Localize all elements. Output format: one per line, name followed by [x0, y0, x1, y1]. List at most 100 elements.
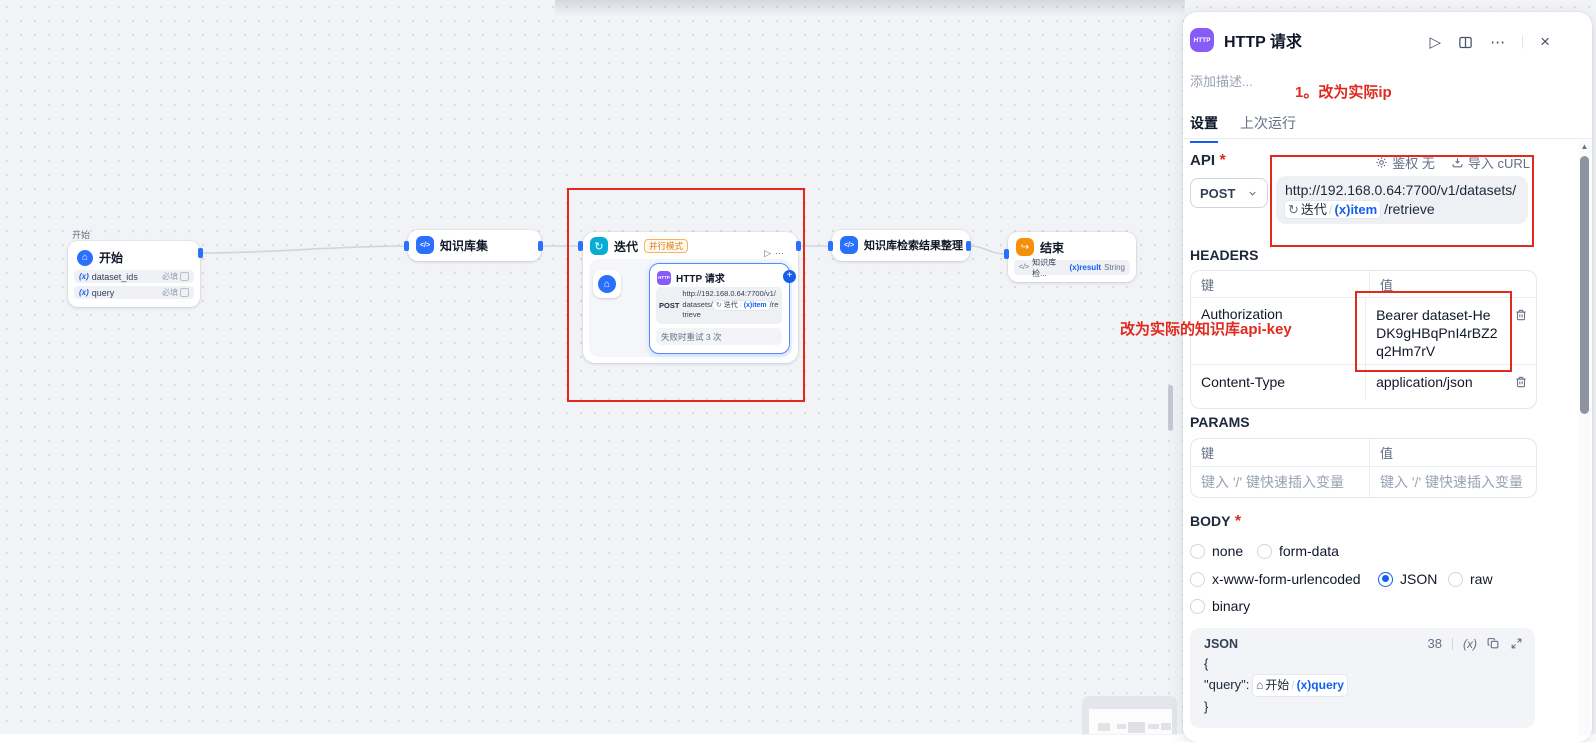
radio-icon[interactable]: [1190, 572, 1205, 587]
body-option-raw[interactable]: raw: [1448, 571, 1493, 587]
body-option-binary[interactable]: binary: [1190, 598, 1250, 614]
json-line[interactable]: {: [1204, 653, 1521, 674]
home-icon: ⌂: [598, 275, 616, 293]
params-label: PARAMS: [1190, 414, 1250, 430]
url-input[interactable]: http://192.168.0.64:7700/v1/datasets/↻迭代…: [1276, 176, 1528, 224]
import-curl-label: 导入 cURL: [1468, 153, 1530, 172]
body-option-json[interactable]: JSON: [1378, 571, 1437, 587]
code-icon: </>: [1019, 264, 1029, 271]
split-view-button[interactable]: [1458, 35, 1473, 50]
auth-button[interactable]: 鉴权 无: [1375, 153, 1435, 172]
token-node: 迭代: [724, 301, 738, 311]
start-field-query[interactable]: (x) query 必填: [74, 286, 194, 299]
port-handle[interactable]: [578, 241, 583, 251]
json-line[interactable]: }: [1204, 696, 1521, 717]
radio-icon[interactable]: [1190, 599, 1205, 614]
method-select[interactable]: POST: [1190, 178, 1268, 208]
port-handle[interactable]: [538, 241, 543, 251]
token-node: 迭代: [1301, 201, 1327, 219]
json-line[interactable]: "query": ⌂开始/(x)query: [1204, 674, 1521, 696]
more-button[interactable]: ⋯: [1490, 33, 1505, 51]
minimap-node: [1117, 724, 1126, 729]
port-handle[interactable]: [1004, 249, 1009, 259]
required-star: *: [1235, 513, 1241, 530]
json-key: "query":: [1204, 677, 1249, 692]
add-next-node-button[interactable]: +: [783, 270, 796, 283]
port-handle[interactable]: [198, 248, 203, 258]
loop-icon: ↻: [1288, 201, 1299, 219]
http-icon: HTTP: [657, 271, 671, 285]
param-value-input[interactable]: 键入 '/' 键快速插入变量: [1369, 467, 1536, 497]
header-key[interactable]: Content-Type: [1191, 370, 1365, 394]
body-option-x-www-form-urlencoded[interactable]: x-www-form-urlencoded: [1190, 571, 1361, 587]
inner-url-box: POST http://192.168.0.64:7700/v1/dataset…: [656, 287, 782, 324]
radio-icon[interactable]: [1190, 544, 1205, 559]
loop-icon: ↻: [590, 237, 608, 255]
auth-label: 鉴权 无: [1392, 153, 1435, 172]
variable-icon: (x): [79, 272, 89, 281]
trash-icon: [1514, 308, 1528, 322]
start-field-dataset-ids[interactable]: (x) dataset_ids 必填: [74, 270, 194, 283]
output-type: String: [1104, 263, 1125, 272]
delete-header-button[interactable]: [1508, 375, 1536, 389]
iteration-actions[interactable]: ▷⋯: [764, 248, 788, 259]
scroll-up-arrow[interactable]: ▲: [1578, 140, 1591, 154]
inner-http-node[interactable]: HTTP HTTP 请求 + POST http://192.168.0.64:…: [649, 263, 790, 354]
required-badge: 必填: [162, 271, 178, 282]
minimap[interactable]: [1083, 697, 1176, 734]
start-node-title: 开始: [99, 249, 123, 266]
port-handle[interactable]: [404, 241, 409, 251]
copy-button[interactable]: [1487, 637, 1500, 650]
panel-scrollbar[interactable]: ▲: [1578, 140, 1591, 735]
output-var: result: [1079, 263, 1101, 272]
param-key-input[interactable]: 键入 '/' 键快速插入变量: [1191, 468, 1369, 496]
variable-icon: (x): [1297, 678, 1312, 692]
json-editor[interactable]: JSON 38 (x) { "query": ⌂开始/(x)query }: [1190, 628, 1535, 728]
radio-icon[interactable]: [1257, 544, 1272, 559]
minimap-node: [1161, 723, 1171, 730]
run-button[interactable]: ▷: [1430, 33, 1442, 51]
iteration-start-node[interactable]: ⌂: [593, 270, 621, 298]
divider: [1452, 638, 1453, 650]
params-table: 键 值 键入 '/' 键快速插入变量 键入 '/' 键快速插入变量: [1190, 438, 1537, 498]
end-node[interactable]: ↪ 结束 </> 知识库检... (x)result String: [1008, 232, 1136, 282]
header-value[interactable]: Bearer dataset-HeDK9gHBqPnI4rBZ2q2Hm7rV: [1365, 298, 1508, 364]
kb-set-node[interactable]: </> 知识库集: [408, 230, 541, 261]
play-icon[interactable]: ▷: [764, 248, 775, 258]
organize-node[interactable]: </> 知识库检索结果整理: [832, 230, 970, 261]
loop-icon: ↻: [716, 301, 722, 311]
iteration-node[interactable]: ↻ 迭代 并行模式 ▷⋯ ⌂ HTTP HTTP 请求 + POST http:…: [583, 232, 798, 363]
more-icon[interactable]: ⋯: [775, 248, 788, 258]
port-handle[interactable]: [828, 241, 833, 251]
headers-col-value: 值: [1369, 271, 1536, 297]
radio-icon-selected[interactable]: [1378, 572, 1393, 587]
url-part-b: /retrieve: [1384, 201, 1435, 217]
expand-button[interactable]: [1510, 637, 1523, 650]
divider: [1522, 35, 1523, 49]
trash-icon: [1514, 375, 1528, 389]
close-button[interactable]: ×: [1540, 32, 1550, 52]
port-handle[interactable]: [966, 241, 971, 251]
retry-info: 失败时重试 3 次: [656, 328, 782, 345]
description-input[interactable]: 添加描述...: [1190, 71, 1253, 90]
scrollbar-thumb[interactable]: [1580, 156, 1589, 414]
body-option-form-data[interactable]: form-data: [1257, 543, 1339, 559]
port-handle[interactable]: [796, 241, 801, 251]
insert-variable-button[interactable]: (x): [1463, 637, 1477, 651]
import-curl-button[interactable]: 导入 cURL: [1451, 153, 1530, 172]
body-option-none[interactable]: none: [1190, 543, 1243, 559]
headers-label: HEADERS: [1190, 247, 1258, 263]
option-label: x-www-form-urlencoded: [1212, 571, 1361, 587]
chevron-down-icon: [1247, 188, 1258, 199]
radio-icon[interactable]: [1448, 572, 1463, 587]
delete-header-button[interactable]: [1508, 298, 1536, 364]
headers-col-key: 键: [1191, 271, 1369, 298]
field-type-icon: [180, 288, 189, 297]
annotation-ip-note: 1。改为实际ip: [1295, 81, 1392, 102]
field-name: dataset_ids: [92, 272, 138, 282]
header-value[interactable]: application/json: [1365, 365, 1508, 399]
canvas-scrollbar[interactable]: [1168, 385, 1173, 431]
json-editor-label: JSON: [1204, 637, 1238, 651]
start-node[interactable]: ⌂ 开始 (x) dataset_ids 必填 (x) query 必填: [68, 241, 200, 307]
variable-icon: (x): [79, 288, 89, 297]
